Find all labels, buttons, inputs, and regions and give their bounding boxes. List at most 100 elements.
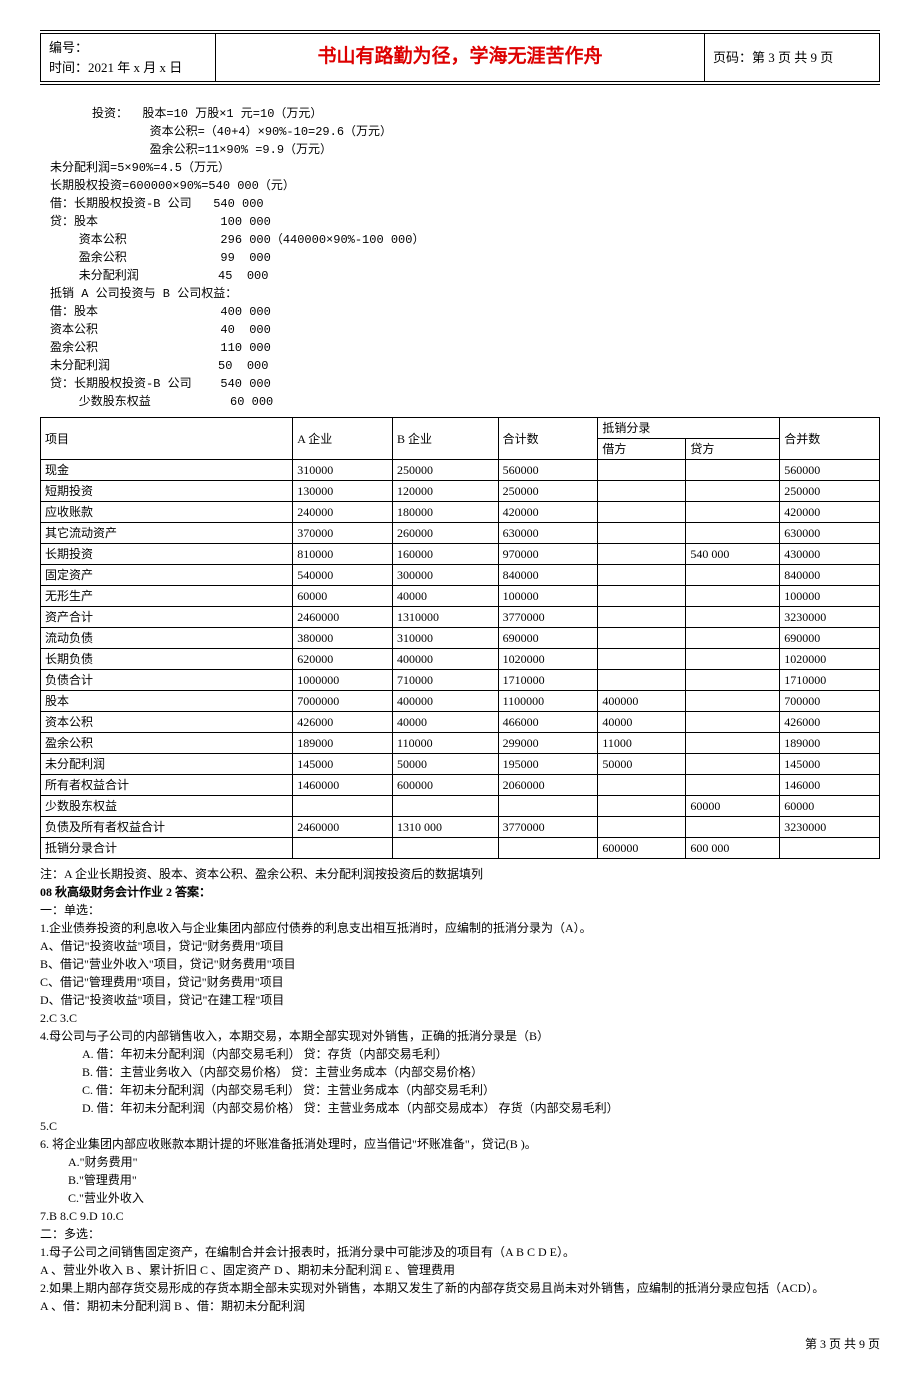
cell — [598, 460, 686, 481]
cell: 540 000 — [686, 544, 780, 565]
cell — [686, 628, 780, 649]
col-item: 项目 — [41, 418, 293, 460]
cell — [686, 775, 780, 796]
cell — [686, 523, 780, 544]
cell — [780, 838, 880, 859]
page-footer: 第 3 页 共 9 页 — [40, 1335, 880, 1353]
q6-opt-b: B."管理费用" — [40, 1171, 880, 1189]
cell: 260000 — [393, 523, 499, 544]
cell: 1020000 — [498, 649, 598, 670]
cell: 250000 — [780, 481, 880, 502]
cell: 420000 — [780, 502, 880, 523]
calc-line: 盈余公积 99 000 — [50, 249, 880, 267]
mq1: 1.母子公司之间销售固定资产，在编制合并会计报表时，抵消分录中可能涉及的项目有（… — [40, 1243, 880, 1261]
table-row: 少数股东权益6000060000 — [41, 796, 880, 817]
col-a: A 企业 — [293, 418, 393, 460]
cell: 310000 — [293, 460, 393, 481]
cell — [498, 838, 598, 859]
cell: 560000 — [498, 460, 598, 481]
cell: 146000 — [780, 775, 880, 796]
table-row: 其它流动资产370000260000630000630000 — [41, 523, 880, 544]
cell: 60000 — [293, 586, 393, 607]
cell: 长期投资 — [41, 544, 293, 565]
table-row: 应收账款240000180000420000420000 — [41, 502, 880, 523]
table-row: 资产合计2460000131000037700003230000 — [41, 607, 880, 628]
q6-opt-c: C."营业外收入 — [40, 1189, 880, 1207]
cell: 600000 — [598, 838, 686, 859]
mq1-opts: A 、营业外收入 B 、累计折旧 C 、固定资产 D 、期初未分配利润 E 、管… — [40, 1261, 880, 1279]
cell — [686, 586, 780, 607]
calc-line: 借：长期股权投资-B 公司 540 000 — [50, 195, 880, 213]
cell: 1310 000 — [393, 817, 499, 838]
cell: 630000 — [780, 523, 880, 544]
cell: 299000 — [498, 733, 598, 754]
col-b: B 企业 — [393, 418, 499, 460]
cell: 3770000 — [498, 817, 598, 838]
cell: 189000 — [293, 733, 393, 754]
table-row: 负债及所有者权益合计24600001310 00037700003230000 — [41, 817, 880, 838]
cell: 负债合计 — [41, 670, 293, 691]
table-row: 所有者权益合计14600006000002060000146000 — [41, 775, 880, 796]
cell: 370000 — [293, 523, 393, 544]
cell: 3230000 — [780, 817, 880, 838]
cell — [598, 586, 686, 607]
cell: 970000 — [498, 544, 598, 565]
calc-line: 未分配利润 50 000 — [50, 357, 880, 375]
calc-line: 少数股东权益 60 000 — [50, 393, 880, 411]
cell: 1020000 — [780, 649, 880, 670]
cell — [598, 628, 686, 649]
cell: 560000 — [780, 460, 880, 481]
calc-line: 盈余公积=11×90% =9.9（万元） — [50, 141, 880, 159]
calc-line: 贷：长期股权投资-B 公司 540 000 — [50, 375, 880, 393]
q4-opt-c: C. 借：年初未分配利润（内部交易毛利） 贷：主营业务成本（内部交易毛利） — [40, 1081, 880, 1099]
q4-opt-a: A. 借：年初未分配利润（内部交易毛利） 贷：存货（内部交易毛利） — [40, 1045, 880, 1063]
calc-line: 投资： 股本=10 万股×1 元=10（万元） — [50, 105, 880, 123]
cell — [598, 775, 686, 796]
header-title: 书山有路勤为径，学海无涯苦作舟 — [216, 34, 705, 82]
calc-line: 资本公积 40 000 — [50, 321, 880, 339]
cell — [598, 796, 686, 817]
cell: 应收账款 — [41, 502, 293, 523]
cell: 630000 — [498, 523, 598, 544]
cell — [393, 838, 499, 859]
cell: 流动负债 — [41, 628, 293, 649]
q4-opt-d: D. 借：年初未分配利润（内部交易价格） 贷：主营业务成本（内部交易成本） 存货… — [40, 1099, 880, 1117]
section2-title: 二：多选： — [40, 1225, 880, 1243]
table-row: 长期投资810000160000970000540 000430000 — [41, 544, 880, 565]
q6-opt-a: A."财务费用" — [40, 1153, 880, 1171]
mq2: 2.如果上期内部存货交易形成的存货本期全部未实现对外销售，本期又发生了新的内部存… — [40, 1279, 880, 1297]
cell: 700000 — [780, 691, 880, 712]
cell: 40000 — [393, 586, 499, 607]
cell — [686, 649, 780, 670]
worksheet-table: 项目 A 企业 B 企业 合计数 抵销分录 合并数 借方 贷方 现金310000… — [40, 417, 880, 859]
cell: 130000 — [293, 481, 393, 502]
cell: 240000 — [293, 502, 393, 523]
cell: 2460000 — [293, 817, 393, 838]
homework-title: 08 秋高级财务会计作业 2 答案： — [40, 883, 880, 901]
cell — [598, 523, 686, 544]
cell: 110000 — [393, 733, 499, 754]
cell — [686, 565, 780, 586]
cell — [686, 607, 780, 628]
cell: 400000 — [393, 691, 499, 712]
table-row: 盈余公积18900011000029900011000189000 — [41, 733, 880, 754]
page-label: 页码：第 3 页 共 9 页 — [705, 34, 880, 82]
cell: 250000 — [393, 460, 499, 481]
q7-10: 7.B 8.C 9.D 10.C — [40, 1207, 880, 1225]
cell: 1710000 — [498, 670, 598, 691]
cell — [498, 796, 598, 817]
calc-line: 长期股权投资=600000×90%=540 000（元） — [50, 177, 880, 195]
cell — [686, 481, 780, 502]
cell: 40000 — [598, 712, 686, 733]
cell: 120000 — [393, 481, 499, 502]
cell: 资本公积 — [41, 712, 293, 733]
cell: 620000 — [293, 649, 393, 670]
cell: 600 000 — [686, 838, 780, 859]
cell — [598, 481, 686, 502]
table-row: 流动负债380000310000690000690000 — [41, 628, 880, 649]
cell — [293, 796, 393, 817]
bottom-rule — [40, 84, 880, 85]
cell — [598, 607, 686, 628]
q2-q3: 2.C 3.C — [40, 1009, 880, 1027]
header-box: 编号： 时间：2021 年 x 月 x 日 书山有路勤为径，学海无涯苦作舟 页码… — [40, 33, 880, 82]
